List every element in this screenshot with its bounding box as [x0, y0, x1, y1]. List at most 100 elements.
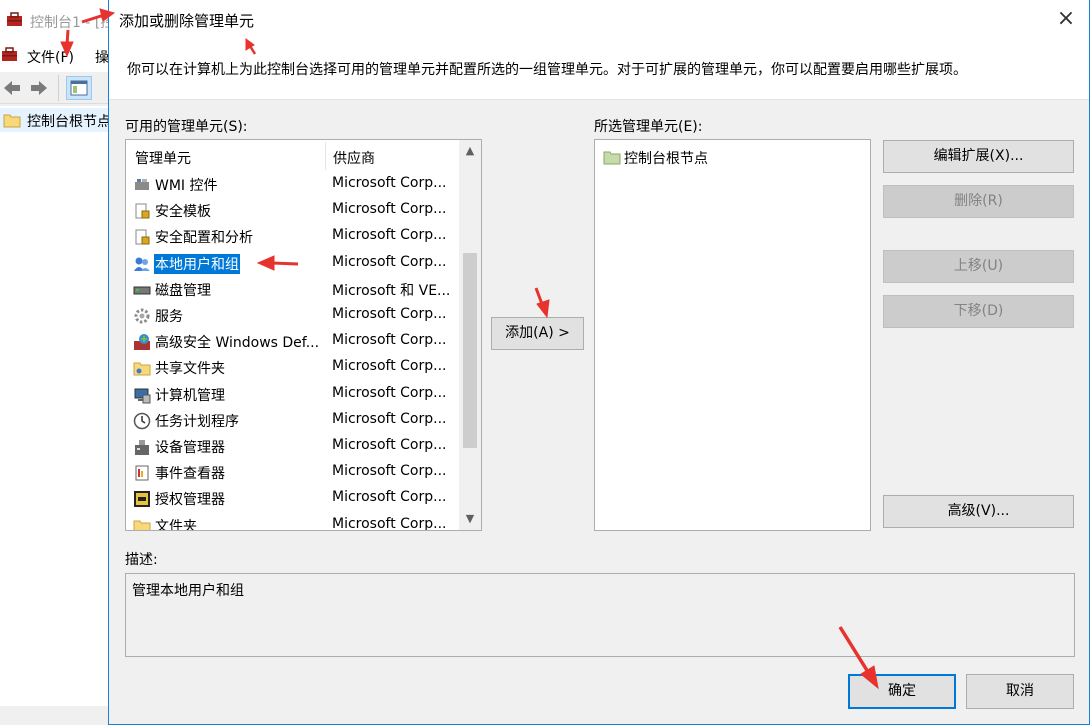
menu-file[interactable]: 文件(F)	[27, 47, 74, 67]
snapin-vendor: Microsoft 和 VE...	[332, 282, 450, 299]
table-row[interactable]: WMI 控件 Microsoft Corp...	[126, 172, 456, 198]
users-icon	[133, 255, 151, 273]
folder-icon	[133, 517, 151, 530]
snapin-name: 服务	[155, 309, 183, 325]
ok-button[interactable]: 确定	[848, 674, 956, 709]
table-row[interactable]: 设备管理器 Microsoft Corp...	[126, 434, 456, 460]
snapin-vendor: Microsoft Corp...	[332, 332, 447, 349]
scroll-up-icon[interactable]: ▲	[459, 140, 481, 162]
table-row[interactable]: 服务 Microsoft Corp...	[126, 303, 456, 329]
tree-root-label: 控制台根节点	[27, 114, 111, 130]
toolbox-icon	[1, 47, 18, 62]
close-icon[interactable]: ×	[1043, 0, 1089, 38]
forward-arrow-icon[interactable]	[29, 79, 49, 97]
move-down-button[interactable]: 下移(D)	[883, 295, 1074, 328]
folder-icon	[603, 149, 621, 165]
snapin-name: 安全模板	[155, 204, 211, 221]
snapin-vendor: Microsoft Corp...	[332, 463, 447, 480]
snapin-vendor: Microsoft Corp...	[332, 489, 447, 506]
table-row[interactable]: 安全配置和分析 Microsoft Corp...	[126, 224, 456, 250]
device-icon	[133, 438, 151, 456]
security-template-icon	[133, 202, 151, 220]
description-box: 管理本地用户和组	[125, 573, 1075, 657]
table-row[interactable]: 事件查看器 Microsoft Corp...	[126, 460, 456, 486]
table-row[interactable]: 计算机管理 Microsoft Corp...	[126, 382, 456, 408]
selected-item-label: 控制台根节点	[624, 151, 708, 167]
clock-icon	[133, 412, 151, 430]
column-header-vendor[interactable]: 供应商	[333, 148, 375, 168]
table-row[interactable]: 共享文件夹 Microsoft Corp...	[126, 355, 456, 381]
snapin-name: 设备管理器	[155, 440, 225, 456]
column-separator	[325, 142, 326, 170]
background-toolbar	[0, 72, 110, 104]
firewall-icon	[133, 333, 151, 351]
table-row[interactable]: 文件夹 Microsoft Corp...	[126, 513, 456, 531]
available-snapins-label: 可用的管理单元(S):	[125, 119, 248, 135]
snapin-vendor: Microsoft Corp...	[332, 358, 447, 375]
dialog-titlebar: 添加或删除管理单元 ×	[109, 0, 1089, 40]
snapin-vendor: Microsoft Corp...	[332, 437, 447, 453]
description-label: 描述:	[125, 552, 158, 568]
background-status-bar	[0, 706, 110, 725]
snapin-vendor: Microsoft Corp...	[332, 253, 447, 270]
intro-text: 你可以在计算机上为此控制台选择可用的管理单元并配置所选的一组管理单元。对于可扩展…	[127, 62, 967, 78]
auth-icon	[133, 490, 151, 508]
advanced-button[interactable]: 高级(V)...	[883, 495, 1074, 528]
console-tree-icon	[70, 80, 88, 96]
snapin-name: 本地用户和组	[154, 253, 240, 274]
snapin-name: 计算机管理	[155, 387, 225, 404]
snapin-vendor: Microsoft Corp...	[332, 384, 447, 401]
snapin-name: 安全配置和分析	[155, 230, 253, 247]
show-hide-tree-button[interactable]	[66, 76, 92, 100]
snapin-name: WMI 控件	[155, 178, 218, 194]
scroll-down-icon[interactable]: ▼	[459, 508, 481, 530]
snapin-name: 授权管理器	[155, 492, 225, 509]
description-text: 管理本地用户和组	[132, 583, 244, 599]
add-button[interactable]: 添加(A) >	[491, 317, 584, 350]
scroll-thumb[interactable]	[463, 253, 477, 448]
folder-icon	[3, 112, 21, 128]
tree-root-node[interactable]: 控制台根节点	[0, 108, 111, 132]
remove-button[interactable]: 删除(R)	[883, 185, 1074, 218]
selected-snapins-label: 所选管理单元(E):	[594, 119, 703, 135]
selected-snapins-list[interactable]: 控制台根节点	[594, 139, 871, 531]
back-arrow-icon[interactable]	[2, 79, 22, 97]
snapin-name: 高级安全 Windows Def...	[155, 335, 320, 352]
snapin-name: 事件查看器	[155, 466, 225, 483]
table-row[interactable]: 本地用户和组 Microsoft Corp...	[126, 251, 456, 277]
background-tree-pane: 控制台根节点	[0, 106, 111, 706]
snapin-vendor: Microsoft Corp...	[332, 175, 447, 191]
computer-icon	[133, 386, 151, 404]
dialog-intro-panel: 你可以在计算机上为此控制台选择可用的管理单元并配置所选的一组管理单元。对于可扩展…	[109, 40, 1089, 100]
menu-action[interactable]: 操	[95, 47, 109, 67]
column-header-snapin[interactable]: 管理单元	[135, 148, 191, 168]
toolbox-icon	[6, 12, 23, 27]
table-row[interactable]: 任务计划程序 Microsoft Corp...	[126, 408, 456, 434]
table-row[interactable]: 安全模板 Microsoft Corp...	[126, 198, 456, 224]
move-up-button[interactable]: 上移(U)	[883, 250, 1074, 283]
cancel-button[interactable]: 取消	[966, 674, 1074, 709]
snapin-name: 磁盘管理	[155, 282, 211, 299]
gear-icon	[133, 307, 151, 325]
snapin-name: 共享文件夹	[155, 361, 225, 378]
snapin-vendor: Microsoft Corp...	[332, 515, 447, 531]
background-window-title: 控制台1 - [控	[30, 15, 115, 31]
wmi-icon	[133, 176, 151, 194]
list-header: 管理单元 供应商	[126, 140, 456, 172]
event-icon	[133, 464, 151, 482]
background-menubar: 文件(F) 操	[0, 40, 110, 72]
edit-extensions-button[interactable]: 编辑扩展(X)...	[883, 140, 1074, 173]
snapin-vendor: Microsoft Corp...	[332, 410, 447, 427]
background-titlebar: 控制台1 - [控	[0, 0, 114, 40]
table-row[interactable]: 授权管理器 Microsoft Corp...	[126, 486, 456, 512]
snapin-vendor: Microsoft Corp...	[332, 227, 447, 244]
snapin-name: 任务计划程序	[155, 413, 239, 430]
toolbar-separator	[58, 75, 59, 101]
dialog-title: 添加或删除管理单元	[119, 12, 255, 30]
list-scrollbar[interactable]: ▲ ▼	[459, 140, 481, 530]
table-row[interactable]: 磁盘管理 Microsoft 和 VE...	[126, 277, 456, 303]
table-row[interactable]: 高级安全 Windows Def... Microsoft Corp...	[126, 329, 456, 355]
available-snapins-list[interactable]: 管理单元 供应商 WMI 控件 Microsoft Corp... 安全模板 Micr…	[125, 139, 482, 531]
snapin-vendor: Microsoft Corp...	[332, 306, 447, 322]
security-config-icon	[133, 228, 151, 246]
